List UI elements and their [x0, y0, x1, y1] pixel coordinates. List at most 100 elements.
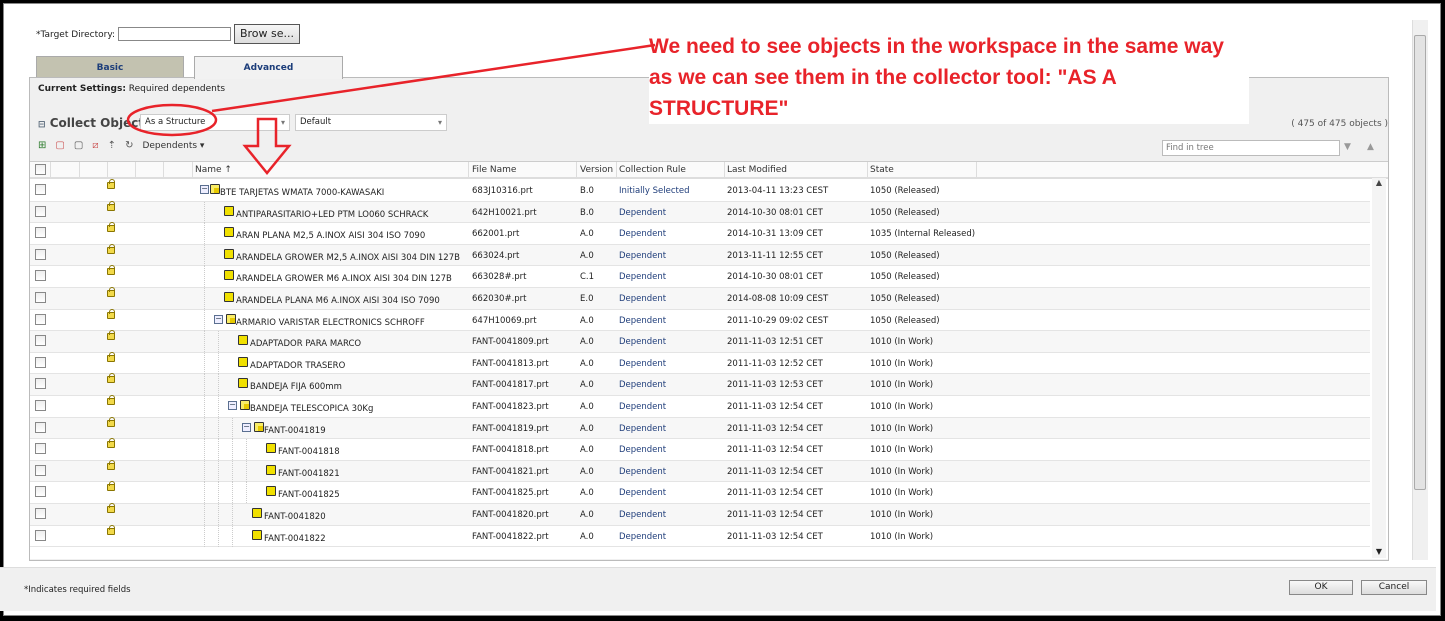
target-directory-input[interactable] — [118, 27, 231, 41]
table-row[interactable]: − ARMARIO VARISTAR ELECTRONICS SCHROFF 6… — [30, 308, 1370, 332]
tab-basic[interactable]: Basic — [36, 56, 184, 78]
row-checkbox[interactable] — [35, 335, 46, 347]
row-checkbox[interactable] — [35, 313, 46, 325]
column-last-modified[interactable]: Last Modified — [727, 165, 787, 175]
row-checkbox[interactable] — [35, 205, 46, 217]
row-name[interactable]: ARANDELA GROWER M2,5 A.INOX AISI 304 DIN… — [236, 253, 460, 263]
row-file-name: FANT-0041820.prt — [472, 510, 549, 520]
row-state: 1050 (Released) — [870, 186, 940, 196]
row-name[interactable]: BANDEJA TELESCOPICA 30Kg — [250, 404, 373, 414]
table-row[interactable]: ADAPTADOR PARA MARCO FANT-0041809.prt A.… — [30, 330, 1370, 353]
browse-button[interactable]: Brow se... — [234, 24, 300, 44]
dependents-menu[interactable]: Dependents ▾ — [142, 141, 204, 151]
collapse-node-icon[interactable]: − — [242, 422, 251, 432]
table-row[interactable]: − BANDEJA TELESCOPICA 30Kg FANT-0041823.… — [30, 395, 1370, 418]
table-row[interactable]: FANT-0041822 FANT-0041822.prt A.0 Depend… — [30, 524, 1370, 548]
column-version[interactable]: Version — [580, 165, 613, 175]
row-name[interactable]: ADAPTADOR TRASERO — [250, 361, 345, 371]
row-name[interactable]: FANT-0041822 — [264, 534, 326, 544]
row-checkbox[interactable] — [35, 529, 46, 541]
clear-icon[interactable]: ▢ — [74, 140, 83, 151]
find-in-tree-input[interactable]: Find in tree — [1162, 140, 1340, 156]
table-row[interactable]: ARANDELA PLANA M6 A.INOX AISI 304 ISO 70… — [30, 287, 1370, 310]
column-collection-rule[interactable]: Collection Rule — [619, 165, 686, 175]
refresh-icon[interactable]: ⇡ — [108, 140, 116, 151]
row-name[interactable]: FANT-0041821 — [278, 469, 340, 479]
row-checkbox[interactable] — [35, 248, 46, 260]
row-checkbox[interactable] — [35, 227, 46, 239]
row-checkbox[interactable] — [35, 400, 46, 411]
table-row[interactable]: ADAPTADOR TRASERO FANT-0041813.prt A.0 D… — [30, 351, 1370, 375]
row-checkbox[interactable] — [35, 292, 46, 303]
cancel-button[interactable]: Cancel — [1361, 580, 1427, 595]
row-version: C.1 — [580, 272, 595, 283]
row-name[interactable]: FANT-0041825 — [278, 490, 340, 500]
add-object-icon[interactable]: ⊞ — [38, 140, 46, 151]
sync-icon[interactable]: ↻ — [125, 140, 133, 151]
row-name[interactable]: ARANDELA GROWER M6 A.INOX AISI 304 DIN 1… — [236, 274, 452, 284]
row-version: A.0 — [580, 423, 594, 434]
collapse-icon[interactable]: ⊟ — [38, 120, 46, 130]
table-row[interactable]: BANDEJA FIJA 600mm FANT-0041817.prt A.0 … — [30, 373, 1370, 396]
select-all-checkbox[interactable] — [35, 164, 46, 175]
row-checkbox[interactable] — [35, 421, 46, 433]
dialog-scroll-thumb[interactable] — [1414, 35, 1426, 490]
remove-icon[interactable]: ▢ — [55, 140, 64, 151]
row-name[interactable]: ARMARIO VARISTAR ELECTRONICS SCHROFF — [236, 318, 425, 328]
row-checkbox[interactable] — [35, 378, 46, 390]
table-scrollbar[interactable]: ▲ ▼ — [1372, 178, 1386, 558]
row-checkbox[interactable] — [35, 443, 46, 455]
tab-advanced[interactable]: Advanced — [194, 56, 343, 79]
table-row[interactable]: FANT-0041818 FANT-0041818.prt A.0 Depend… — [30, 438, 1370, 461]
row-checkbox[interactable] — [35, 356, 46, 368]
row-checkbox[interactable] — [35, 508, 46, 519]
table-row[interactable]: FANT-0041821 FANT-0041821.prt A.0 Depend… — [30, 459, 1370, 483]
table-row[interactable]: FANT-0041820 FANT-0041820.prt A.0 Depend… — [30, 503, 1370, 526]
toolbar: ⊞ ▢ ▢ ⧄ ⇡ ↻ Dependents ▾ — [38, 140, 204, 151]
chevron-down-icon: ▾ — [437, 118, 442, 127]
column-name[interactable]: Name ↑ — [195, 165, 232, 175]
filter-icon[interactable]: ▼ — [1344, 142, 1351, 152]
assembly-icon — [240, 400, 250, 410]
collapse-node-icon[interactable]: − — [214, 314, 223, 324]
view-select[interactable]: Default ▾ — [295, 114, 447, 131]
row-state: 1050 (Released) — [870, 250, 940, 261]
table-row[interactable]: ARAN PLANA M2,5 A.INOX AISI 304 ISO 7090… — [30, 222, 1370, 245]
objects-tree-table: Name ↑ File Name Version Collection Rule… — [30, 161, 1388, 559]
ok-button[interactable]: OK — [1289, 580, 1353, 595]
row-name[interactable]: ADAPTADOR PARA MARCO — [250, 339, 361, 349]
row-file-name: FANT-0041825.prt — [472, 488, 549, 499]
table-row[interactable]: − FANT-0041819 FANT-0041819.prt A.0 Depe… — [30, 416, 1370, 440]
row-collection-rule: Dependent — [619, 488, 667, 499]
row-name[interactable]: BTE TARJETAS WMATA 7000-KAWASAKI — [220, 188, 384, 198]
collapse-node-icon[interactable]: − — [200, 185, 209, 194]
row-name[interactable]: ARAN PLANA M2,5 A.INOX AISI 304 ISO 7090 — [236, 231, 425, 241]
row-checkbox[interactable] — [35, 486, 46, 498]
collapse-node-icon[interactable]: − — [228, 401, 237, 410]
row-name[interactable]: ANTIPARASITARIO+LED PTM LO060 SCHRACK — [236, 210, 428, 220]
row-state: 1010 (In Work) — [870, 531, 934, 542]
collapse-up-icon[interactable]: ▲ — [1367, 142, 1374, 152]
row-checkbox[interactable] — [35, 464, 46, 476]
row-name[interactable]: ARANDELA PLANA M6 A.INOX AISI 304 ISO 70… — [236, 296, 440, 306]
table-row[interactable]: FANT-0041825 FANT-0041825.prt A.0 Depend… — [30, 481, 1370, 504]
column-state[interactable]: State — [870, 165, 894, 175]
row-checkbox[interactable] — [35, 270, 46, 282]
exclude-icon[interactable]: ⧄ — [92, 140, 98, 151]
row-state: 1010 (In Work) — [870, 510, 934, 520]
row-name[interactable]: FANT-0041820 — [264, 512, 326, 522]
row-name[interactable]: BANDEJA FIJA 600mm — [250, 382, 342, 392]
row-file-name: FANT-0041818.prt — [472, 445, 549, 456]
column-file-name[interactable]: File Name — [472, 165, 516, 175]
table-row[interactable]: ARANDELA GROWER M6 A.INOX AISI 304 DIN 1… — [30, 265, 1370, 288]
collect-objects-header[interactable]: ⊟ Collect Objects — [38, 116, 151, 130]
structure-mode-select[interactable]: As a Structure ▾ — [140, 114, 290, 131]
part-icon — [224, 205, 234, 216]
row-checkbox[interactable] — [35, 184, 46, 195]
row-name[interactable]: FANT-0041818 — [278, 447, 340, 457]
table-row[interactable]: − BTE TARJETAS WMATA 7000-KAWASAKI 683J1… — [30, 179, 1370, 202]
table-row[interactable]: ANTIPARASITARIO+LED PTM LO060 SCHRACK 64… — [30, 200, 1370, 224]
row-name[interactable]: FANT-0041819 — [264, 426, 326, 436]
table-row[interactable]: ARANDELA GROWER M2,5 A.INOX AISI 304 DIN… — [30, 243, 1370, 267]
row-collection-rule: Dependent — [619, 229, 667, 240]
